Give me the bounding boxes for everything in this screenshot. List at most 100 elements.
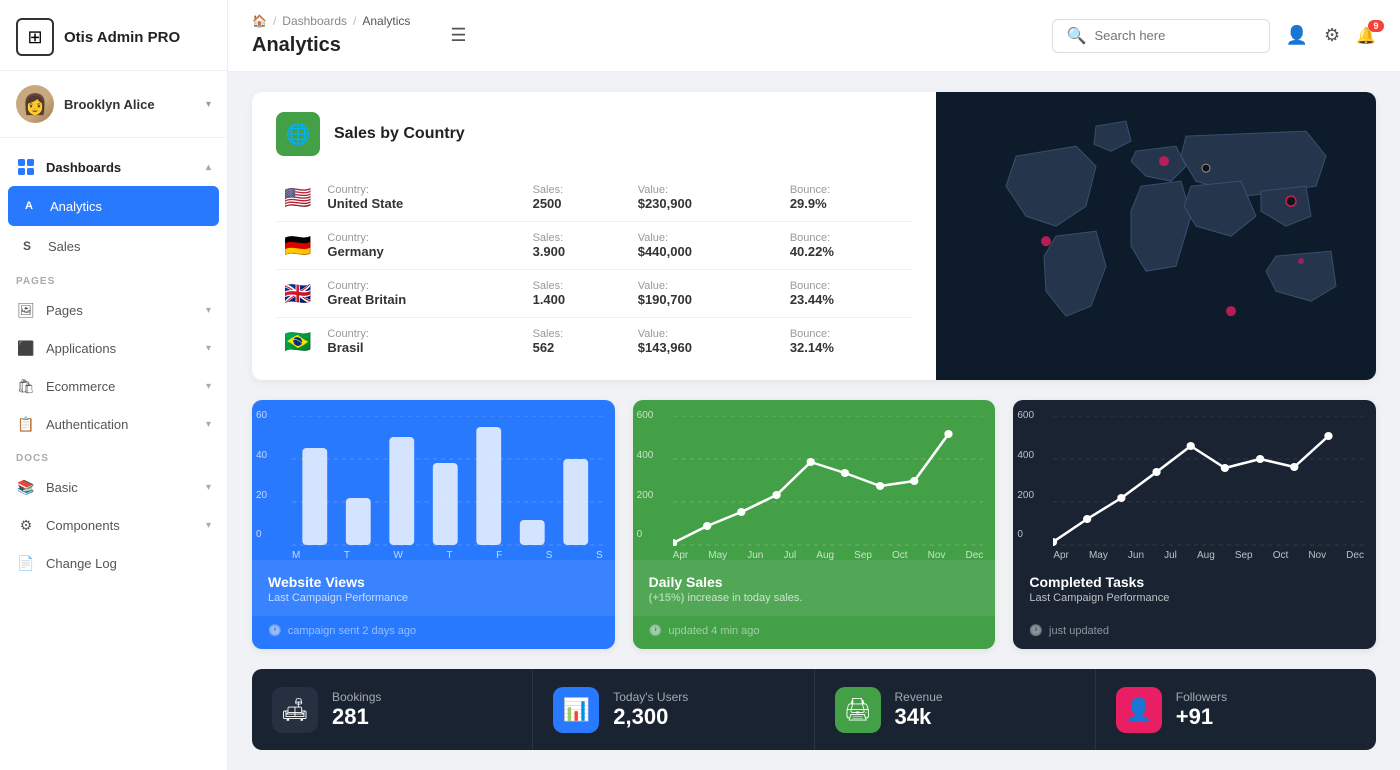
daily-sales-info: Daily Sales (+15%) increase in today sal…	[633, 560, 996, 616]
daily-sales-subtitle: (+15%) increase in today sales.	[649, 592, 980, 604]
main-content: 🏠 / Dashboards / Analytics Analytics ☰ 🔍…	[228, 0, 1400, 770]
content-area: 🌐 Sales by Country 🇺🇸 Country: United St…	[228, 72, 1400, 770]
completed-tasks-subtitle: Last Campaign Performance	[1029, 592, 1360, 604]
pages-section-label: PAGES	[0, 266, 227, 291]
topbar-right: 🔍 👤 ⚙ 🔔 9	[1052, 19, 1376, 53]
sidebar: ⊞ Otis Admin PRO 👩 Brooklyn Alice ▾ Dash…	[0, 0, 228, 770]
stat-value: 34k	[895, 704, 943, 730]
stat-item: 📊 Today's Users 2,300	[533, 669, 814, 750]
website-views-canvas	[292, 416, 603, 546]
search-icon: 🔍	[1067, 26, 1087, 46]
daily-sales-title: Daily Sales	[649, 574, 980, 590]
ecommerce-chevron-icon: ▾	[206, 381, 211, 392]
table-row: 🇺🇸 Country: United State Sales: 2500 Val…	[276, 174, 912, 222]
stat-value: 2,300	[613, 704, 688, 730]
daily-sales-y-labels: 600 400 200 0	[633, 410, 658, 540]
website-views-card: 60 40 20 0	[252, 400, 615, 649]
stat-label: Followers	[1176, 690, 1227, 704]
completed-tasks-chart: 600 400 200 0	[1013, 400, 1376, 560]
sidebar-user[interactable]: 👩 Brooklyn Alice ▾	[0, 71, 227, 138]
table-row: 🇧🇷 Country: Brasil Sales: 562 Value: $14…	[276, 318, 912, 366]
sidebar-item-sales[interactable]: S Sales	[0, 226, 227, 266]
clock-icon2: 🕐	[649, 624, 663, 637]
website-views-info: Website Views Last Campaign Performance	[252, 560, 615, 616]
table-row: 🇬🇧 Country: Great Britain Sales: 1.400 V…	[276, 270, 912, 318]
stat-icon: 📊	[553, 687, 599, 733]
completed-tasks-footer: 🕐 just updated	[1013, 616, 1376, 649]
menu-icon[interactable]: ☰	[450, 25, 466, 46]
notification-count: 9	[1368, 20, 1384, 32]
sidebar-item-dashboards[interactable]: Dashboards ▴	[0, 148, 227, 186]
sidebar-item-components[interactable]: ⚙ Components ▾	[0, 506, 227, 544]
sidebar-item-applications[interactable]: ⬛ Applications ▾	[0, 329, 227, 367]
sidebar-item-analytics[interactable]: A Analytics	[8, 186, 219, 226]
dashboards-icon	[16, 157, 36, 177]
stats-row: 🛋 Bookings 281 📊 Today's Users 2,300 🖨 R…	[252, 669, 1376, 750]
website-views-footer: 🕐 campaign sent 2 days ago	[252, 616, 615, 649]
breadcrumb: 🏠 / Dashboards / Analytics Analytics	[252, 14, 410, 57]
world-map	[936, 92, 1376, 380]
sidebar-nav: Dashboards ▴ A Analytics S Sales PAGES 🖼…	[0, 138, 227, 592]
notification-bell[interactable]: 🔔 9	[1356, 26, 1376, 46]
breadcrumb-dashboards[interactable]: Dashboards	[282, 14, 347, 28]
app-name: Otis Admin PRO	[64, 29, 180, 46]
completed-tasks-card: 600 400 200 0	[1013, 400, 1376, 649]
applications-label: Applications	[46, 341, 116, 356]
country-table: 🇺🇸 Country: United State Sales: 2500 Val…	[276, 174, 912, 365]
website-views-x-labels: MTWTFSS	[292, 546, 603, 565]
stat-icon: 🖨	[835, 687, 881, 733]
stat-value: 281	[332, 704, 381, 730]
search-input[interactable]	[1095, 28, 1255, 43]
charts-row: 60 40 20 0	[252, 400, 1376, 649]
analytics-label: Analytics	[50, 199, 102, 214]
stat-label: Bookings	[332, 690, 381, 704]
sidebar-item-authentication[interactable]: 📋 Authentication ▾	[0, 405, 227, 443]
sidebar-item-ecommerce[interactable]: 🛍 Ecommerce ▾	[0, 367, 227, 405]
analytics-icon: A	[18, 195, 40, 217]
dashboards-chevron-icon: ▴	[206, 162, 211, 173]
pages-label: Pages	[46, 303, 83, 318]
daily-sales-card: 600 400 200 0	[633, 400, 996, 649]
sales-by-country-card: 🌐 Sales by Country 🇺🇸 Country: United St…	[252, 92, 1376, 380]
user-profile-icon[interactable]: 👤	[1286, 25, 1308, 46]
stat-item: 🖨 Revenue 34k	[815, 669, 1096, 750]
sales-label: Sales	[48, 239, 81, 254]
components-chevron-icon: ▾	[206, 520, 211, 531]
completed-tasks-canvas	[1053, 416, 1364, 546]
authentication-icon: 📋	[16, 414, 36, 434]
stat-value: +91	[1176, 704, 1227, 730]
authentication-label: Authentication	[46, 417, 128, 432]
components-icon: ⚙	[16, 515, 36, 535]
home-icon[interactable]: 🏠	[252, 14, 267, 28]
sales-card-title: Sales by Country	[334, 125, 465, 143]
sidebar-item-basic[interactable]: 📚 Basic ▾	[0, 468, 227, 506]
page-title: Analytics	[252, 34, 341, 57]
applications-chevron-icon: ▾	[206, 343, 211, 354]
breadcrumb-sep2: /	[353, 14, 356, 28]
clock-icon: 🕐	[268, 624, 282, 637]
stat-label: Revenue	[895, 690, 943, 704]
changelog-label: Change Log	[46, 556, 117, 571]
stat-icon: 🛋	[272, 687, 318, 733]
ecommerce-label: Ecommerce	[46, 379, 115, 394]
stat-item: 🛋 Bookings 281	[252, 669, 533, 750]
card-header: 🌐 Sales by Country	[276, 112, 912, 156]
website-views-subtitle: Last Campaign Performance	[268, 592, 599, 604]
daily-sales-canvas	[673, 416, 984, 546]
pages-icon: 🖼	[16, 300, 36, 320]
breadcrumb-path: 🏠 / Dashboards / Analytics	[252, 14, 410, 28]
website-views-title: Website Views	[268, 574, 599, 590]
completed-tasks-y-labels: 600 400 200 0	[1013, 410, 1038, 540]
user-chevron-icon: ▾	[206, 99, 211, 110]
ecommerce-icon: 🛍	[16, 376, 36, 396]
components-label: Components	[46, 518, 120, 533]
sidebar-item-changelog[interactable]: 📄 Change Log	[0, 544, 227, 582]
sidebar-item-pages[interactable]: 🖼 Pages ▾	[0, 291, 227, 329]
search-box[interactable]: 🔍	[1052, 19, 1270, 53]
dashboards-label: Dashboards	[46, 160, 121, 175]
basic-icon: 📚	[16, 477, 36, 497]
breadcrumb-current: Analytics	[362, 14, 410, 28]
settings-icon[interactable]: ⚙	[1324, 25, 1340, 46]
daily-sales-chart: 600 400 200 0	[633, 400, 996, 560]
stat-label: Today's Users	[613, 690, 688, 704]
